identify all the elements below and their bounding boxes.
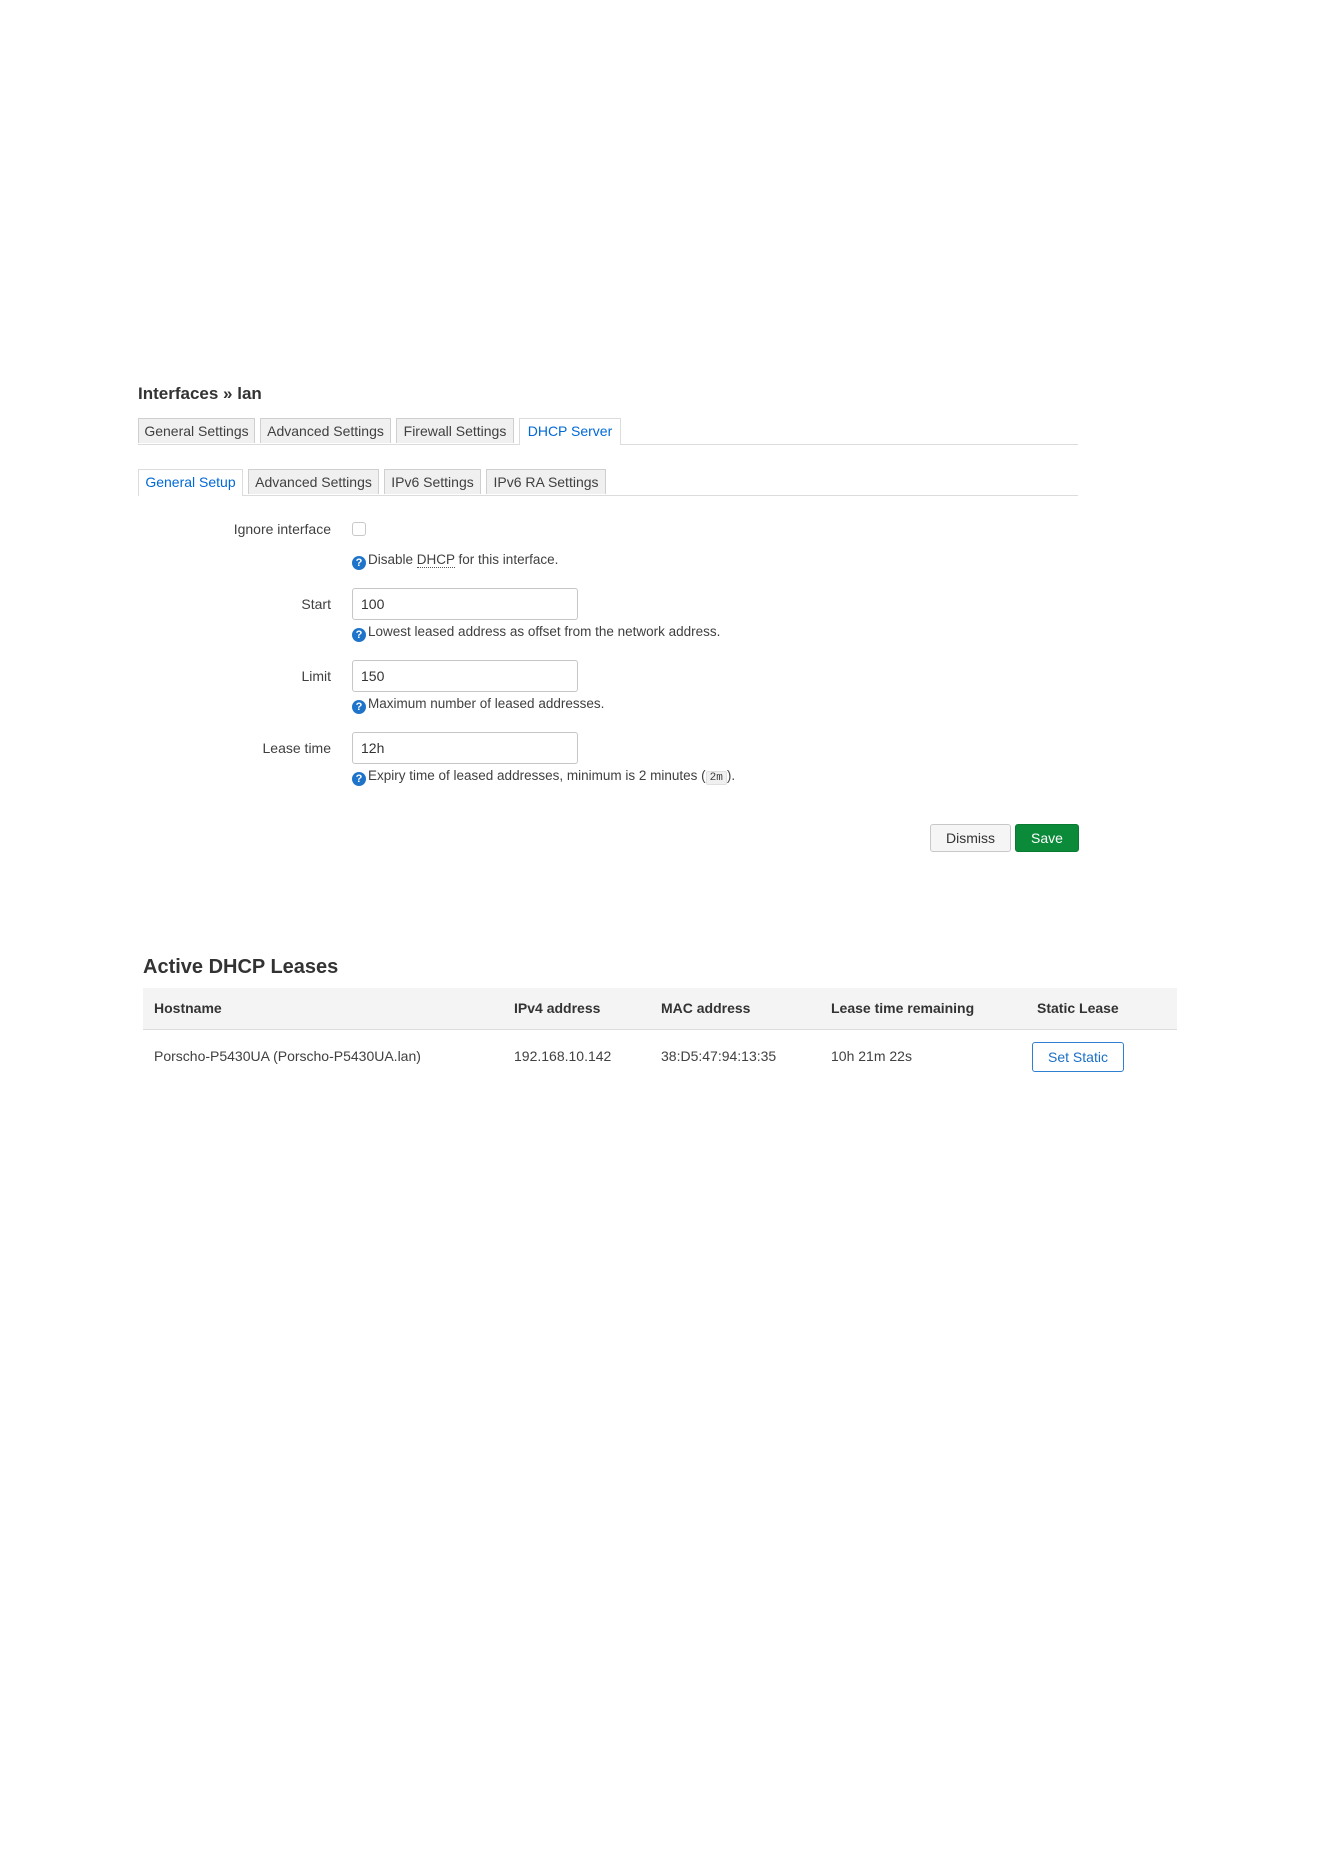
- save-button[interactable]: Save: [1015, 824, 1079, 852]
- interface-tabs: General Settings Advanced Settings Firew…: [138, 418, 1078, 445]
- dhcp-subtabs: General Setup Advanced Settings IPv6 Set…: [138, 469, 1078, 496]
- limit-help-text: Maximum number of leased addresses.: [368, 696, 605, 711]
- lease-time-label: Lease time: [262, 740, 331, 756]
- start-help-text: Lowest leased address as offset from the…: [368, 624, 721, 639]
- lease-help-before: Expiry time of leased addresses, minimum…: [368, 768, 706, 783]
- tab-dhcp-server[interactable]: DHCP Server: [519, 418, 621, 445]
- subtab-general-setup[interactable]: General Setup: [138, 469, 243, 496]
- col-mac: MAC address: [661, 1000, 751, 1016]
- tab-general-settings[interactable]: General Settings: [138, 418, 255, 443]
- start-help: ? Lowest leased address as offset from th…: [352, 624, 720, 642]
- lease-help-after: ).: [726, 768, 736, 783]
- subtab-advanced-settings[interactable]: Advanced Settings: [248, 469, 379, 494]
- subtab-ipv6-settings[interactable]: IPv6 Settings: [384, 469, 481, 494]
- tab-firewall-settings[interactable]: Firewall Settings: [396, 418, 514, 443]
- help-icon: ?: [352, 700, 366, 714]
- limit-input[interactable]: [352, 660, 578, 692]
- table-row: Porscho-P5430UA (Porscho-P5430UA.lan) 19…: [143, 1030, 1177, 1082]
- limit-help: ? Maximum number of leased addresses.: [352, 696, 604, 714]
- leases-table-header: Hostname IPv4 address MAC address Lease …: [143, 988, 1177, 1030]
- set-static-button[interactable]: Set Static: [1032, 1042, 1124, 1072]
- help-text-after: for this interface.: [454, 552, 559, 567]
- help-text-before: Disable: [368, 552, 417, 567]
- dhcp-abbr: DHCP: [416, 552, 455, 568]
- col-hostname: Hostname: [154, 1000, 222, 1016]
- lease-help-code: 2m: [705, 771, 727, 785]
- start-label: Start: [301, 596, 331, 612]
- col-ipv4: IPv4 address: [514, 1000, 601, 1016]
- cell-hostname: Porscho-P5430UA (Porscho-P5430UA.lan): [154, 1048, 421, 1064]
- ignore-interface-help: ? Disable DHCP for this interface.: [352, 552, 558, 570]
- ignore-interface-label: Ignore interface: [233, 521, 331, 537]
- leases-title: Active DHCP Leases: [143, 956, 339, 978]
- help-icon: ?: [352, 772, 366, 786]
- help-icon: ?: [352, 628, 366, 642]
- dismiss-button[interactable]: Dismiss: [930, 824, 1011, 852]
- lease-time-help: ? Expiry time of leased addresses, minimu…: [352, 768, 735, 786]
- cell-remaining: 10h 21m 22s: [831, 1048, 912, 1064]
- tab-advanced-settings[interactable]: Advanced Settings: [260, 418, 391, 443]
- start-input[interactable]: [352, 588, 578, 620]
- lease-time-input[interactable]: [352, 732, 578, 764]
- subtab-ipv6-ra-settings[interactable]: IPv6 RA Settings: [486, 469, 606, 494]
- help-icon: ?: [352, 556, 366, 570]
- col-static-lease: Static Lease: [1037, 1000, 1119, 1016]
- cell-ipv4: 192.168.10.142: [514, 1048, 612, 1064]
- cell-mac: 38:D5:47:94:13:35: [661, 1048, 777, 1064]
- col-remaining: Lease time remaining: [831, 1000, 975, 1016]
- ignore-interface-checkbox[interactable]: [352, 522, 366, 536]
- limit-label: Limit: [301, 668, 331, 684]
- page-title: Interfaces » lan: [138, 384, 262, 403]
